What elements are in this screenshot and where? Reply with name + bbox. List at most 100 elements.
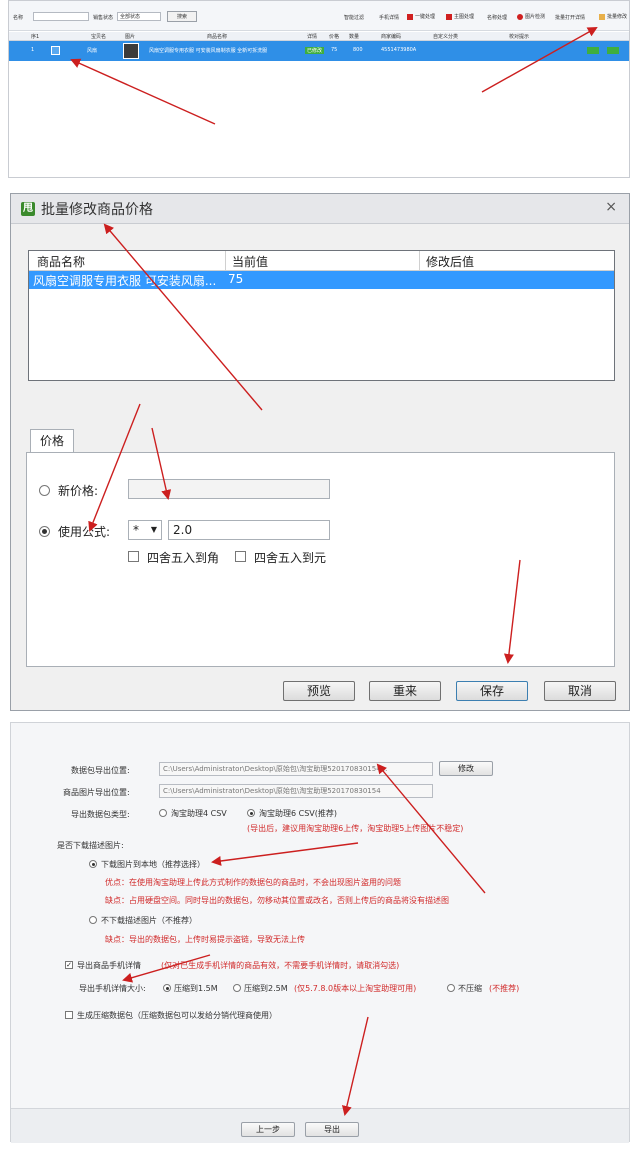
app-logo-icon: 甩 <box>21 202 35 216</box>
row-detail-badge: 已修改 <box>305 47 325 54</box>
prev-step-button[interactable]: 上一步 <box>241 1122 295 1137</box>
col-name: 商品名称 <box>207 34 228 40</box>
size-25-radio[interactable] <box>233 984 241 992</box>
row-action-2[interactable] <box>607 47 619 54</box>
price-list: 商品名称 当前值 修改后值 风扇空调服专用衣服 可安装风扇... 75 <box>28 250 615 381</box>
export-button[interactable]: 导出 <box>305 1122 359 1137</box>
formula-input[interactable]: 2.0 <box>168 520 330 540</box>
table-header: 序1 宝贝名 图片 商品名称 详情 价格 数量 商家编码 自定义分类 校对提示 <box>9 32 629 41</box>
mobile-detail-note: (仅对已生成手机详情的商品有效，不需要手机详情时，请取消勾选) <box>161 961 400 970</box>
pkg-path-field[interactable]: C:\Users\Administrator\Desktop\原始包\淘宝助理5… <box>159 762 433 776</box>
reset-button[interactable]: 重来 <box>369 681 441 701</box>
no-compress-radio[interactable] <box>447 984 455 992</box>
row-price: 75 <box>331 47 338 53</box>
row-name: 风扇空调服专用衣服 可安装风扇制衣服 全新可拆洗服 <box>149 48 268 54</box>
download-question: 是否下载描述图片: <box>57 841 124 850</box>
check-icon <box>517 13 523 20</box>
cancel-button[interactable]: 取消 <box>544 681 616 701</box>
close-icon[interactable]: × <box>605 199 617 215</box>
type-csv6-radio[interactable] <box>247 809 255 817</box>
toolbar: 名称 销售状态 全部状态 搜索 智能过滤 手机详情 一键处理 主图处理 名称处理… <box>9 1 629 31</box>
header-current-value: 当前值 <box>232 255 269 269</box>
col-hint: 校对提示 <box>509 34 530 40</box>
name-process-button[interactable]: 名称处理 <box>487 14 507 21</box>
price-tab-panel: 新价格: 使用公式: * ▼ 2.0 四舍五入到角 四舍五入到元 <box>26 452 615 667</box>
zip-checkbox[interactable] <box>65 1011 73 1019</box>
size-25-label: 压缩到2.5M <box>244 984 288 993</box>
dialog-title: 批量修改商品价格 <box>41 202 153 218</box>
round-jiao-checkbox[interactable] <box>128 551 139 562</box>
image-check-button[interactable]: 图片检测 <box>517 13 545 20</box>
img-path-label: 商品图片导出位置: <box>63 788 130 797</box>
edit-icon <box>599 13 605 20</box>
theme-button[interactable]: 主图处理 <box>446 13 474 20</box>
item-current: 75 <box>228 272 244 286</box>
search-button[interactable]: 搜索 <box>167 11 197 22</box>
chevron-down-icon: ▼ <box>150 525 157 534</box>
modify-path-button[interactable]: 修改 <box>439 761 493 776</box>
row-action-1[interactable] <box>587 47 599 54</box>
header-new-value: 修改后值 <box>426 255 475 269</box>
pkg-path-label: 数据包导出位置: <box>71 766 130 775</box>
new-price-label: 新价格: <box>58 484 99 498</box>
product-thumbnail <box>123 43 139 59</box>
zip-label: 生成压缩数据包（压缩数据包可以发给分销代理商使用） <box>77 1011 277 1020</box>
table-row[interactable]: 1 风扇 风扇空调服专用衣服 可安装风扇制衣服 全新可拆洗服 已修改 75 80… <box>9 41 629 61</box>
new-price-radio[interactable] <box>39 485 50 496</box>
round-yuan-label: 四舍五入到元 <box>254 551 327 565</box>
status-label: 销售状态 <box>93 15 114 21</box>
col-qty: 数量 <box>349 34 360 40</box>
list-header: 商品名称 当前值 修改后值 <box>29 251 614 271</box>
no-download-label: 不下载描述图片（不推荐） <box>101 916 197 925</box>
col-title: 宝贝名 <box>91 34 107 40</box>
list-item[interactable]: 风扇空调服专用衣服 可安装风扇... 75 <box>29 271 614 289</box>
col-category: 自定义分类 <box>433 34 459 40</box>
round-yuan-checkbox[interactable] <box>235 551 246 562</box>
name-filter-input[interactable] <box>33 12 89 21</box>
one-click-button[interactable]: 一键处理 <box>407 13 435 20</box>
export-footer: 上一步 导出 <box>11 1108 629 1143</box>
name-filter-label: 名称 <box>13 15 24 21</box>
formula-radio[interactable] <box>39 526 50 537</box>
size-note: (仅5.7.8.0版本以上淘宝助理可用) <box>294 984 417 993</box>
mobile-detail-checkbox[interactable]: ✓ <box>65 961 73 969</box>
tab-price[interactable]: 价格 <box>30 429 74 453</box>
type-csv4-radio[interactable] <box>159 809 167 817</box>
size-15-label: 压缩到1.5M <box>174 984 218 993</box>
row-qty: 800 <box>353 47 363 53</box>
mobile-detail-button[interactable]: 手机详情 <box>379 14 399 21</box>
download-local-label: 下载图片到本地（推荐选择） <box>101 860 205 869</box>
no-compress-label: 不压缩 <box>458 984 482 993</box>
row-seq: 1 <box>31 47 35 53</box>
mobile-size-label: 导出手机详情大小: <box>79 984 146 993</box>
type-csv6-label: 淘宝助理6 CSV(推荐) <box>259 809 338 818</box>
row-code: 4551473980A <box>381 47 417 53</box>
save-button[interactable]: 保存 <box>456 681 528 701</box>
no-compress-note: (不推荐) <box>489 984 520 993</box>
smart-filter-button[interactable]: 智能过滤 <box>344 14 364 21</box>
col-seq: 序1 <box>31 34 40 40</box>
no-download-disadvantage: 缺点：导出的数据包，上传时易提示盗链，导致无法上传 <box>105 935 305 944</box>
new-price-input[interactable] <box>128 479 330 499</box>
preview-button[interactable]: 预览 <box>283 681 355 701</box>
col-image: 图片 <box>125 34 136 40</box>
download-local-radio[interactable] <box>89 860 97 868</box>
type-note: (导出后，建议用淘宝助理6上传，淘宝助理5上传图片不稳定) <box>247 824 464 833</box>
img-path-field[interactable]: C:\Users\Administrator\Desktop\原始包\淘宝助理5… <box>159 784 433 798</box>
pkg-type-label: 导出数据包类型: <box>71 810 130 819</box>
batch-edit-button[interactable]: 批量修改 <box>599 13 627 20</box>
download-disadvantage: 缺点：占用硬盘空间。同时导出的数据包，勿移动其位置或改名，否则上传后的商品将没有… <box>105 896 449 905</box>
operator-select[interactable]: * ▼ <box>128 520 162 540</box>
row-title: 风扇 <box>87 48 98 54</box>
round-jiao-label: 四舍五入到角 <box>147 551 220 565</box>
status-select[interactable]: 全部状态 <box>117 12 161 21</box>
col-price: 价格 <box>329 34 340 40</box>
type-csv4-label: 淘宝助理4 CSV <box>171 809 227 818</box>
size-15-radio[interactable] <box>163 984 171 992</box>
export-panel: 数据包导出位置: C:\Users\Administrator\Desktop\… <box>10 722 630 1143</box>
batch-open-button[interactable]: 批量打开详情 <box>555 14 585 21</box>
row-checkbox[interactable] <box>51 46 60 55</box>
download-advantage: 优点：在使用淘宝助理上传此方式制作的数据包的商品时，不会出现图片盗用的问题 <box>105 878 401 887</box>
no-download-radio[interactable] <box>89 916 97 924</box>
dialog-titlebar: 甩 批量修改商品价格 × <box>11 194 629 224</box>
